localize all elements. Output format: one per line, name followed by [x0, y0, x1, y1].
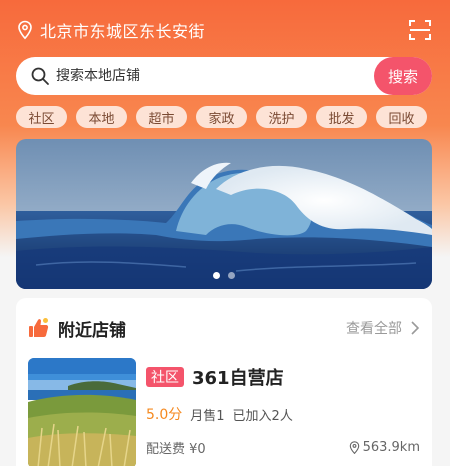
banner-pagination [16, 272, 432, 279]
chevron-right-icon [411, 321, 420, 335]
store-info: 社区 361自营店 5.0分 月售1 已加入2人 配送费 ¥0 563.9km [146, 364, 420, 457]
store-thumbnail [28, 358, 136, 466]
search-input[interactable] [56, 68, 356, 84]
location-pin-icon [349, 441, 359, 454]
nearby-title: 附近店铺 [58, 320, 126, 341]
store-name[interactable]: 361自营店 [192, 364, 284, 390]
category-chip[interactable]: 本地 [76, 106, 127, 128]
view-all-link[interactable]: 查看全部 [346, 318, 420, 338]
store-rating: 5.0分 [146, 407, 183, 423]
thumbs-up-icon [29, 318, 49, 337]
search-icon [31, 67, 49, 85]
store-delivery-fee: 配送费 ¥0 [146, 442, 206, 457]
scan-icon[interactable] [408, 18, 432, 42]
nearby-stores-card: 附近店铺 查看全部 社区 361自营店 5.0分 月售1 已加入2人 配送费 ¥… [16, 298, 432, 466]
store-delivery-line: 配送费 ¥0 563.9km [146, 438, 420, 457]
store-distance: 563.9km [349, 440, 420, 455]
category-chip[interactable]: 家政 [196, 106, 247, 128]
pagination-dot[interactable] [228, 272, 235, 279]
store-list-item[interactable]: 社区 361自营店 5.0分 月售1 已加入2人 配送费 ¥0 563.9km [28, 358, 420, 466]
location-text: 北京市东城区东长安街 [40, 22, 206, 41]
store-category-tag: 社区 [146, 367, 184, 387]
ocean-wave-image [16, 139, 432, 289]
promo-banner[interactable] [16, 139, 432, 289]
location-pin-icon [18, 20, 32, 40]
store-joined-count: 已加入2人 [232, 408, 293, 424]
store-monthly-sales: 月售1 [190, 408, 225, 424]
store-stats: 5.0分 月售1 已加入2人 [146, 404, 420, 424]
category-chip[interactable]: 洗护 [256, 106, 307, 128]
category-chip[interactable]: 回收 [376, 106, 427, 128]
store-name-line: 社区 361自营店 [146, 364, 420, 390]
search-button[interactable]: 搜索 [374, 57, 432, 95]
nearby-header: 附近店铺 查看全部 [28, 316, 420, 341]
category-chips: 社区 本地 超市 家政 洗护 批发 回收 [16, 106, 436, 128]
location-bar[interactable]: 北京市东城区东长安街 [16, 14, 436, 46]
category-chip[interactable]: 超市 [136, 106, 187, 128]
category-chip[interactable]: 批发 [316, 106, 367, 128]
category-chip[interactable]: 社区 [16, 106, 67, 128]
store-distance-value: 563.9km [362, 440, 420, 455]
view-all-label: 查看全部 [346, 321, 402, 337]
search-box[interactable]: 搜索 [16, 57, 432, 95]
pagination-dot-active[interactable] [213, 272, 220, 279]
